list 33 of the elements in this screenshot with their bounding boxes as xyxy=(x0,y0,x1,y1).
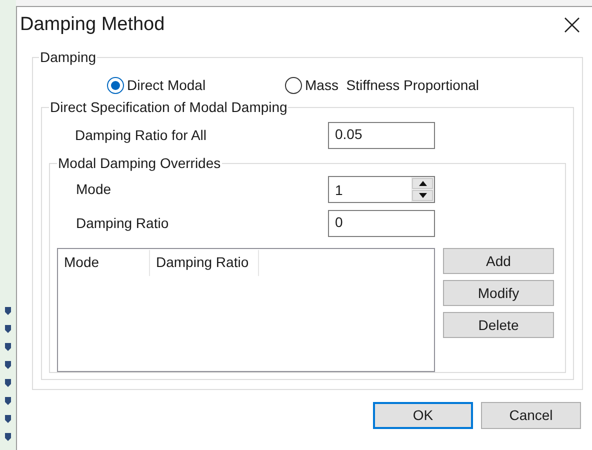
spin-up-button[interactable] xyxy=(412,178,433,189)
spin-field[interactable]: 1 xyxy=(328,176,435,203)
field-label: Mode xyxy=(76,181,112,197)
close-button[interactable] xyxy=(562,15,582,35)
dialog-button[interactable]: Cancel xyxy=(481,402,581,429)
close-icon xyxy=(564,17,580,33)
input-field[interactable]: 0 xyxy=(328,210,435,237)
field-label: Damping Ratio xyxy=(76,215,169,231)
radio-button[interactable]: Direct Modal xyxy=(107,74,285,96)
radio-button[interactable]: Mass Stiffness Proportional xyxy=(285,74,480,96)
action-button[interactable]: Add xyxy=(443,248,554,274)
field-label: Damping Ratio for All xyxy=(75,127,207,143)
tree-node-icon xyxy=(4,306,12,316)
group-label: Modal Damping Overrides xyxy=(57,154,222,173)
group-label: Damping xyxy=(39,48,98,67)
tree-node-icon xyxy=(4,360,12,370)
dialog-button[interactable]: OK xyxy=(373,402,473,429)
tree-node-icon xyxy=(4,378,12,388)
column-header[interactable]: Mode xyxy=(58,250,150,276)
group-label: Direct Specification of Modal Damping xyxy=(49,98,288,117)
window-title: Damping Method xyxy=(20,12,165,37)
tree-node-icon xyxy=(4,324,12,334)
tree-node-icon xyxy=(4,396,12,406)
action-button[interactable]: Delete xyxy=(443,312,554,338)
action-button[interactable]: Modify xyxy=(443,280,554,306)
tree-node-icon xyxy=(4,432,12,442)
spin-down-button[interactable] xyxy=(412,190,433,201)
input-field[interactable]: 0.05 xyxy=(328,122,435,149)
column-header[interactable]: Damping Ratio xyxy=(150,250,259,276)
up-arrow-icon xyxy=(418,180,428,187)
down-arrow-icon xyxy=(418,192,428,199)
tree-node-icon xyxy=(4,342,12,352)
tree-node-icon xyxy=(4,414,12,424)
